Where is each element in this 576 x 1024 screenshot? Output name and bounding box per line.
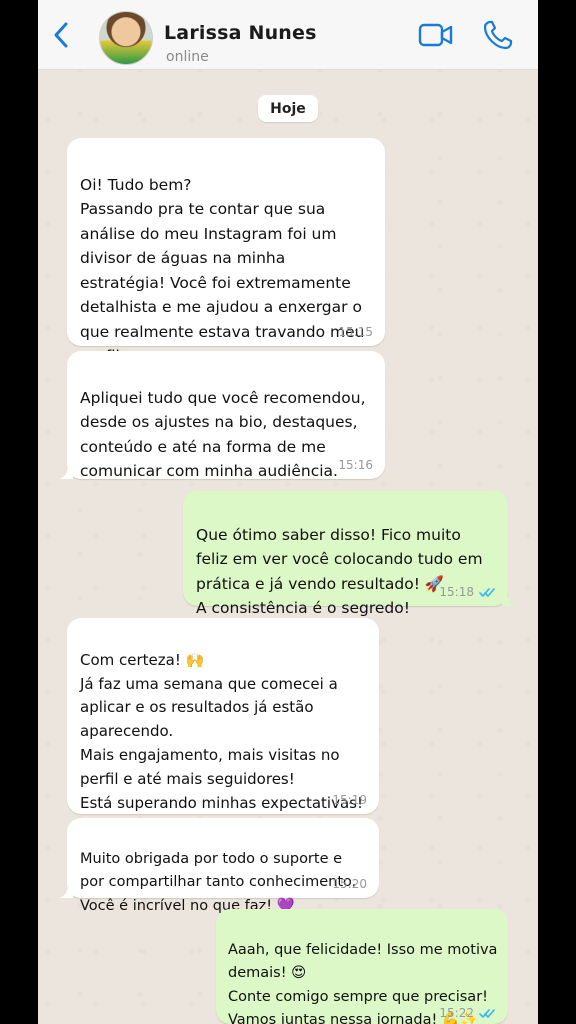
contact-name[interactable]: Larissa Nunes xyxy=(164,22,317,44)
phone-icon xyxy=(483,20,513,50)
contact-status: online xyxy=(166,49,209,65)
message-text: Oi! Tudo bem? Passando pra te contar que… xyxy=(80,175,365,366)
message-text: Com certeza! 🙌 Já faz uma semana que com… xyxy=(80,650,363,812)
back-button[interactable] xyxy=(46,20,76,50)
voice-call-button[interactable] xyxy=(482,19,514,51)
bubble-tail-icon xyxy=(59,884,73,898)
back-chevron-icon xyxy=(54,22,68,48)
message-text: Apliquei tudo que você recomendou, desde… xyxy=(80,388,366,481)
incoming-message[interactable]: Com certeza! 🙌 Já faz uma semana que com… xyxy=(67,618,379,814)
bubble-tail-icon xyxy=(59,465,73,479)
date-separator: Hoje xyxy=(258,95,318,122)
message-text: Que ótimo saber disso! Fico muito feliz … xyxy=(196,525,483,618)
message-time: 15:18 xyxy=(439,585,474,599)
message-time: 15:16 xyxy=(338,458,373,472)
incoming-message[interactable]: Oi! Tudo bem? Passando pra te contar que… xyxy=(67,138,385,365)
message-text: Muito obrigada por todo o suporte e por … xyxy=(80,850,357,914)
incoming-message[interactable]: Muito obrigada por todo o suporte e por … xyxy=(59,818,379,914)
double-check-read-icon xyxy=(479,587,495,597)
outgoing-message[interactable]: Aaah, que felicidade! Isso me motiva dem… xyxy=(216,909,508,1024)
message-time: 15:22 xyxy=(439,1006,474,1020)
video-camera-icon xyxy=(418,23,453,47)
message-time: 15:15 xyxy=(338,325,373,339)
bubble-tail-icon xyxy=(502,592,516,606)
video-call-button[interactable] xyxy=(418,20,454,50)
double-check-read-icon xyxy=(479,1008,495,1018)
message-time: 15:20 xyxy=(332,877,367,891)
message-time: 15:19 xyxy=(332,793,367,807)
outgoing-message[interactable]: Que ótimo saber disso! Fico muito feliz … xyxy=(183,491,516,617)
chat-screen: Larissa Nunes online Hoje Oi! Tudo bem? … xyxy=(38,0,538,1024)
contact-avatar[interactable] xyxy=(99,11,153,65)
incoming-message[interactable]: Apliquei tudo que você recomendou, desde… xyxy=(59,351,385,480)
chat-header: Larissa Nunes online xyxy=(38,0,538,70)
